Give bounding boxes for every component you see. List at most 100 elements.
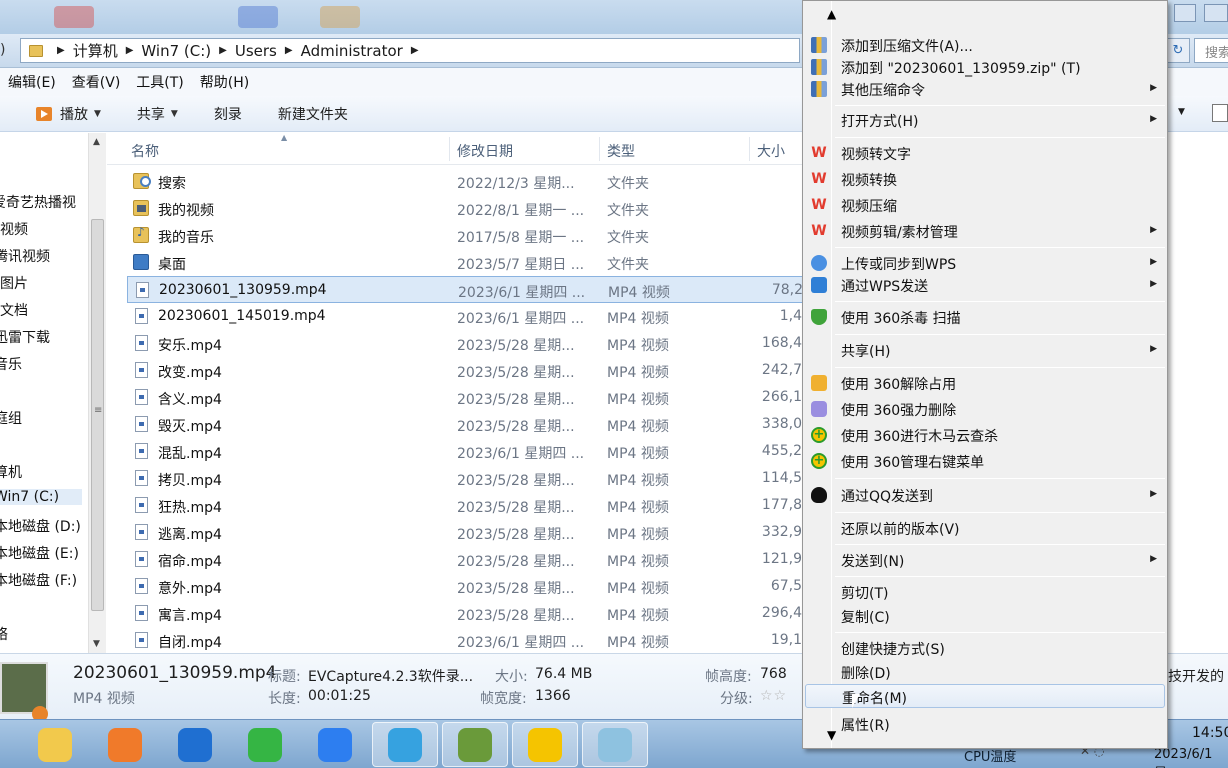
context-menu-item[interactable]: 使用 360强力删除 xyxy=(805,397,1165,421)
context-menu-item[interactable]: 通过WPS发送 ▶ xyxy=(805,273,1165,297)
taskbar-app-button[interactable] xyxy=(162,722,228,767)
tray-clock-time[interactable]: 14:50 xyxy=(1192,725,1228,741)
nav-item-pictures[interactable]: 图片 xyxy=(0,273,28,293)
breadcrumb-users[interactable]: Users xyxy=(235,42,277,60)
file-row[interactable]: 20230601_130959.mp4 2023/6/1 星期四 ... MP4 视… xyxy=(127,276,802,303)
taskbar-app-button[interactable] xyxy=(442,722,508,767)
scroll-thumb[interactable]: ≡ xyxy=(91,219,104,611)
scroll-up-icon[interactable]: ▲ xyxy=(93,137,100,147)
file-row[interactable]: 逃离.mp4 2023/5/28 星期... MP4 视频 332,9 xyxy=(127,519,802,546)
context-menu-item[interactable]: 打开方式(H) ▶ xyxy=(805,108,1165,132)
nav-item-xunlei[interactable]: 迅雷下载 xyxy=(0,327,50,347)
context-menu-item[interactable]: 创建快捷方式(S) xyxy=(805,636,1165,660)
nav-item-drive-d[interactable]: 本地磁盘 (D:) xyxy=(0,516,81,536)
context-menu-item[interactable]: W 视频压缩 xyxy=(805,193,1165,217)
file-row[interactable]: 20230601_145019.mp4 2023/6/1 星期四 ... MP4 视… xyxy=(127,303,802,330)
taskbar-app-button[interactable] xyxy=(302,722,368,767)
nav-item-drive-e[interactable]: 本地磁盘 (E:) xyxy=(0,543,79,563)
menu-view[interactable]: 查看(V) xyxy=(64,72,129,92)
taskbar-app-button[interactable] xyxy=(372,722,438,767)
file-row[interactable]: 毁灭.mp4 2023/5/28 星期... MP4 视频 338,0 xyxy=(127,411,802,438)
chevron-right-icon[interactable]: ▶ xyxy=(219,45,227,56)
nav-scrollbar[interactable]: ▲ ≡ ▼ xyxy=(88,133,106,653)
address-field[interactable]: ▶ 计算机 ▶ Win7 (C:) ▶ Users ▶ Administrato… xyxy=(20,38,800,63)
taskbar-app-button[interactable] xyxy=(582,722,648,767)
column-name[interactable]: 名称 xyxy=(131,141,159,161)
maximize-button[interactable] xyxy=(1204,4,1228,22)
context-menu-item[interactable]: 复制(C) xyxy=(805,604,1165,628)
file-row[interactable]: 寓言.mp4 2023/5/28 星期... MP4 视频 296,4 xyxy=(127,600,802,627)
nav-item-music[interactable]: 音乐 xyxy=(0,354,22,374)
minimize-button[interactable] xyxy=(1174,4,1196,22)
breadcrumb-drive[interactable]: Win7 (C:) xyxy=(141,42,211,60)
context-menu-item[interactable]: W 视频转文字 xyxy=(805,141,1165,165)
file-row[interactable]: 改变.mp4 2023/5/28 星期... MP4 视频 242,7 xyxy=(127,357,802,384)
file-row[interactable]: 自闭.mp4 2023/6/1 星期四 ... MP4 视频 19,1 xyxy=(127,627,802,653)
context-menu-item[interactable]: 上传或同步到WPS ▶ xyxy=(805,251,1165,275)
breadcrumb-computer[interactable]: 计算机 xyxy=(73,40,118,61)
file-row[interactable]: 混乱.mp4 2023/6/1 星期四 ... MP4 视频 455,2 xyxy=(127,438,802,465)
taskbar-app-button[interactable] xyxy=(92,722,158,767)
column-date[interactable]: 修改日期 xyxy=(457,141,513,161)
context-menu-item[interactable]: 其他压缩命令 ▶ xyxy=(805,77,1165,101)
nav-item-iqiyi[interactable]: 爱奇艺热播视 xyxy=(0,192,76,212)
context-menu-item[interactable]: 添加到压缩文件(A)... xyxy=(805,33,1165,57)
nav-item-videos[interactable]: 视频 xyxy=(0,219,28,239)
search-input[interactable]: 搜索 xyxy=(1194,38,1228,63)
details-title-value[interactable]: EVCapture4.2.3软件录... xyxy=(308,666,473,686)
column-divider[interactable] xyxy=(449,137,450,161)
file-row[interactable]: 狂热.mp4 2023/5/28 星期... MP4 视频 177,8 xyxy=(127,492,802,519)
context-menu-item[interactable]: 属性(R) xyxy=(805,712,1165,736)
file-row[interactable]: 我的音乐 2017/5/8 星期一 ... 文件夹 xyxy=(127,222,802,249)
context-menu-item[interactable]: 添加到 "20230601_130959.zip" (T) xyxy=(805,55,1165,79)
chevron-right-icon[interactable]: ▶ xyxy=(285,45,293,56)
file-row[interactable]: 搜索 2022/12/3 星期... 文件夹 xyxy=(127,168,802,195)
context-menu-item[interactable]: 删除(D) xyxy=(805,660,1165,684)
tray-clock-date[interactable]: 2023/6/1 星 xyxy=(1154,747,1228,768)
play-button[interactable]: 播放 ▼ xyxy=(36,104,101,124)
file-row[interactable]: 安乐.mp4 2023/5/28 星期... MP4 视频 168,4 xyxy=(127,330,802,357)
file-row[interactable]: 桌面 2023/5/7 星期日 ... 文件夹 xyxy=(127,249,802,276)
start-button[interactable] xyxy=(0,730,16,760)
nav-item-network[interactable]: 络 xyxy=(0,624,8,644)
nav-item-tencent-video[interactable]: 腾讯视频 xyxy=(0,246,50,266)
context-menu-item[interactable]: 使用 360杀毒 扫描 xyxy=(805,305,1165,329)
context-menu-item[interactable]: 发送到(N) ▶ xyxy=(805,548,1165,572)
breadcrumb-administrator[interactable]: Administrator xyxy=(301,42,403,60)
menu-edit[interactable]: 编辑(E) xyxy=(0,72,64,92)
chevron-right-icon[interactable]: ▶ xyxy=(411,45,419,56)
context-menu-item[interactable]: + 使用 360管理右键菜单 xyxy=(805,449,1165,473)
column-divider[interactable] xyxy=(599,137,600,161)
taskbar-app-button[interactable] xyxy=(232,722,298,767)
refresh-button[interactable]: ↻ xyxy=(1166,38,1190,63)
nav-item-drive-f[interactable]: 本地磁盘 (F:) xyxy=(0,570,77,590)
share-button[interactable]: 共享 ▼ xyxy=(137,104,178,124)
rating-stars-icon[interactable]: ☆☆ xyxy=(760,688,787,704)
taskbar-app-button[interactable] xyxy=(22,722,88,767)
scroll-down-icon[interactable]: ▼ xyxy=(93,639,100,649)
nav-item-computer[interactable]: 算机 xyxy=(0,462,22,482)
menu-help[interactable]: 帮助(H) xyxy=(192,72,257,92)
file-row[interactable]: 意外.mp4 2023/5/28 星期... MP4 视频 67,5 xyxy=(127,573,802,600)
new-folder-button[interactable]: 新建文件夹 xyxy=(278,104,348,124)
column-type[interactable]: 类型 xyxy=(607,141,635,161)
context-menu-item[interactable]: 还原以前的版本(V) xyxy=(805,516,1165,540)
column-divider[interactable] xyxy=(749,137,750,161)
menu-tools[interactable]: 工具(T) xyxy=(128,72,191,92)
file-row[interactable]: 宿命.mp4 2023/5/28 星期... MP4 视频 121,9 xyxy=(127,546,802,573)
context-menu-item[interactable]: + 使用 360进行木马云查杀 xyxy=(805,423,1165,447)
context-menu-item[interactable]: 剪切(T) xyxy=(805,580,1165,604)
taskbar-app-button[interactable] xyxy=(512,722,578,767)
menu-scroll-up-icon[interactable]: ▲ xyxy=(827,7,836,21)
chevron-right-icon[interactable]: ▶ xyxy=(126,45,134,56)
context-menu-item[interactable]: W 视频剪辑/素材管理 ▶ xyxy=(805,219,1165,243)
burn-button[interactable]: 刻录 xyxy=(214,104,242,124)
column-size[interactable]: 大小 xyxy=(757,141,785,161)
file-row[interactable]: 含义.mp4 2023/5/28 星期... MP4 视频 266,1 xyxy=(127,384,802,411)
context-menu-item[interactable]: 使用 360解除占用 xyxy=(805,371,1165,395)
back-arrow-icon[interactable]: ) xyxy=(0,42,5,58)
nav-item-homegroup[interactable]: 庭组 xyxy=(0,408,22,428)
context-menu-item[interactable]: 共享(H) ▶ xyxy=(805,338,1165,362)
preview-pane-button[interactable] xyxy=(1212,104,1228,122)
nav-item-documents[interactable]: 文档 xyxy=(0,300,28,320)
